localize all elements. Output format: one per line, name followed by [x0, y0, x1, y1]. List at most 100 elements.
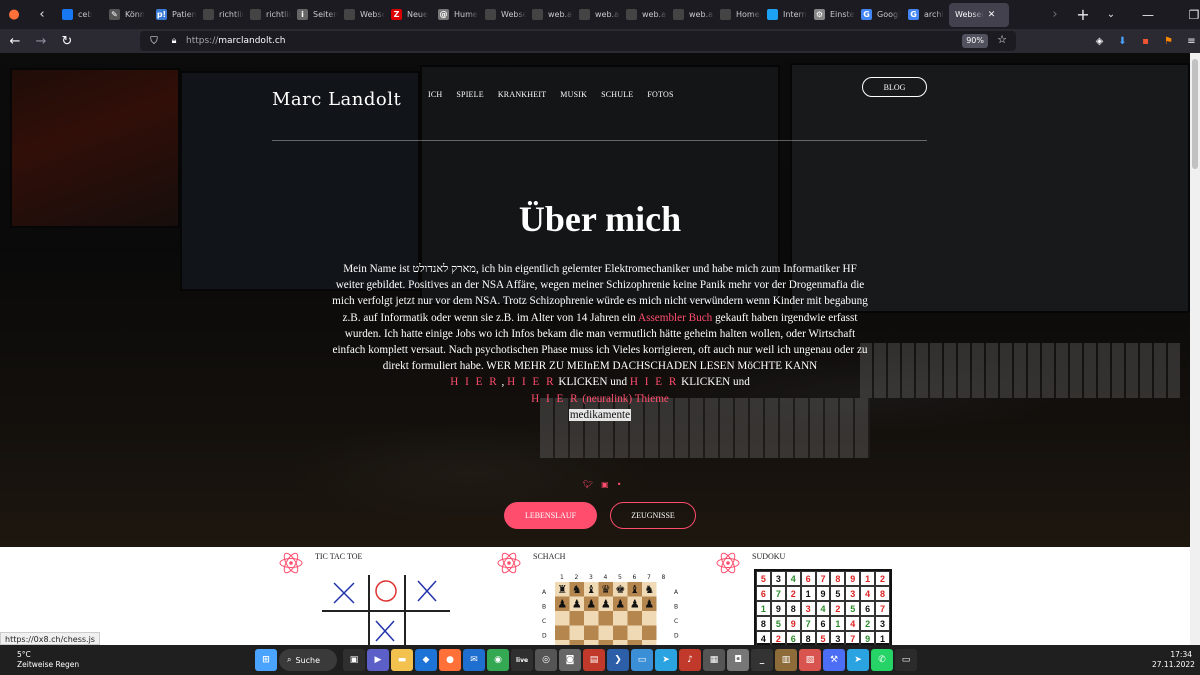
chess-piece[interactable]: ♝: [630, 583, 640, 596]
sudoku-cell[interactable]: 6: [785, 631, 801, 645]
chess-square[interactable]: [613, 611, 628, 626]
browser-tab[interactable]: richtlinien: [197, 3, 244, 27]
chess-piece[interactable]: ♟: [644, 598, 654, 611]
terminal-icon[interactable]: _: [751, 649, 773, 671]
chess-piece[interactable]: ♟: [601, 598, 611, 611]
extension2-icon[interactable]: ⚑: [1157, 36, 1180, 47]
sudoku-cell[interactable]: 8: [875, 586, 890, 601]
chess-board[interactable]: ♜ ♞ ♝ ♛ ♚ ♝ ♞♟ ♟ ♟ ♟ ♟ ♟ ♟A AB BC CD D1 2 3 4 5 6 7 8: [537, 573, 683, 645]
browser-tab-active[interactable]: Websei ✕: [949, 2, 1009, 27]
browser-tab[interactable]: richtlinien: [244, 3, 291, 27]
sudoku-cell[interactable]: 3: [770, 571, 786, 586]
chess-piece[interactable]: ♟: [630, 598, 640, 611]
sudoku-cell[interactable]: 6: [800, 571, 816, 586]
sudoku-cell[interactable]: 5: [845, 601, 861, 616]
sudoku-cell[interactable]: 7: [875, 601, 890, 616]
tictactoe-board[interactable]: [322, 573, 450, 645]
teams-icon[interactable]: ▶: [367, 649, 389, 671]
sudoku-cell[interactable]: 4: [860, 586, 876, 601]
chess-square[interactable]: [598, 611, 614, 626]
sudoku-cell[interactable]: 4: [785, 571, 801, 586]
sudoku-cell[interactable]: 1: [875, 631, 890, 645]
sudoku-cell[interactable]: 3: [875, 616, 890, 631]
downloads-icon[interactable]: ⬇: [1111, 36, 1134, 47]
menu-item-fotos[interactable]: FOTOS: [647, 90, 673, 99]
browser-tab[interactable]: G Googl: [855, 3, 902, 27]
chess-square[interactable]: [555, 625, 570, 641]
chess-piece[interactable]: ♚: [615, 583, 625, 596]
remote-desktop-icon[interactable]: ▭: [631, 649, 653, 671]
zoom-badge[interactable]: 90%: [962, 34, 988, 48]
sudoku-cell[interactable]: 9: [785, 616, 801, 631]
menu-item-schule[interactable]: SCHULE: [601, 90, 633, 99]
browser-tab[interactable]: Z Neue: [385, 3, 432, 27]
camera2-icon[interactable]: ◘: [727, 649, 749, 671]
taskbar-search[interactable]: ⌕ Suche: [279, 649, 337, 671]
chess-square[interactable]: [569, 611, 585, 626]
sudoku-grid[interactable]: 5346789126721953481983425678597614234268…: [754, 569, 892, 645]
shield-icon[interactable]: ⛉: [148, 36, 160, 47]
browser-tab[interactable]: @ Hume: [432, 3, 479, 27]
hier-link-2[interactable]: H I E R: [507, 376, 556, 388]
lebenslauf-button[interactable]: LEBENSLAUF: [504, 502, 597, 529]
browser-tab[interactable]: ⚙ Einste: [808, 3, 855, 27]
sudoku-cell[interactable]: 6: [815, 616, 831, 631]
firefox-menu-icon[interactable]: ●: [0, 0, 28, 29]
chess-square[interactable]: [584, 625, 599, 641]
chess-piece[interactable]: ♟: [572, 598, 582, 611]
sudoku-cell[interactable]: 9: [815, 586, 831, 601]
medikamente-link[interactable]: medikamente: [568, 408, 632, 421]
sudoku-cell[interactable]: 2: [830, 601, 846, 616]
assembler-book-link[interactable]: Assembler Buch: [638, 312, 712, 324]
url-text[interactable]: https://marclandolt.ch: [186, 36, 285, 46]
music-icon[interactable]: ♪: [679, 649, 701, 671]
browser-tab[interactable]: web.archi: [620, 3, 667, 27]
sudoku-cell[interactable]: 7: [845, 631, 861, 645]
weather-widget[interactable]: 5°C Zeitweise Regen: [17, 650, 79, 670]
back-icon[interactable]: ←: [2, 29, 28, 53]
chess-piece[interactable]: ♝: [586, 583, 596, 596]
browser-tab[interactable]: web.archi: [573, 3, 620, 27]
thunderbird-icon[interactable]: ✉: [463, 649, 485, 671]
sudoku-cell[interactable]: 7: [800, 616, 816, 631]
browser-tab[interactable]: Garchi: [902, 3, 949, 27]
url-bar[interactable]: ⛉ 🔒︎ https://marclandolt.ch 90% ☆: [140, 31, 1016, 51]
pdf-icon[interactable]: ▧: [799, 649, 821, 671]
sudoku-cell[interactable]: 4: [845, 616, 861, 631]
sudoku-cell[interactable]: 8: [785, 601, 801, 616]
sudoku-cell[interactable]: 3: [830, 631, 846, 645]
whatsapp-icon[interactable]: ✆: [871, 649, 893, 671]
telegram-icon[interactable]: ➤: [655, 649, 677, 671]
hier-link-3[interactable]: H I E R: [630, 376, 679, 388]
zeugnisse-button[interactable]: ZEUGNISSE: [610, 502, 696, 529]
page-scrollbar[interactable]: [1190, 53, 1200, 645]
sudoku-cell[interactable]: 5: [756, 571, 771, 586]
chess-square[interactable]: [569, 625, 585, 641]
hier-link-1[interactable]: H I E R: [450, 376, 499, 388]
sudoku-cell[interactable]: 9: [770, 601, 786, 616]
sudoku-cell[interactable]: 9: [860, 631, 876, 645]
defender-icon[interactable]: ◆: [415, 649, 437, 671]
chess-piece[interactable]: ♟: [586, 598, 596, 611]
chess-piece[interactable]: ♟: [557, 598, 567, 611]
sudoku-cell[interactable]: 4: [756, 631, 771, 645]
app-menu-icon[interactable]: ≡: [1180, 36, 1200, 47]
app-red-icon[interactable]: ▤: [583, 649, 605, 671]
sudoku-cell[interactable]: 2: [875, 571, 890, 586]
menu-item-ich[interactable]: ICH: [428, 90, 442, 99]
browser-tab[interactable]: web.archi: [667, 3, 714, 27]
tabs-scroll-left-icon[interactable]: ‹: [28, 0, 56, 29]
tabs-scroll-right-icon[interactable]: ›: [1041, 0, 1069, 29]
sudoku-cell[interactable]: 3: [845, 586, 861, 601]
browser-tab[interactable]: Homepage: [714, 3, 761, 27]
menu-item-krankheit[interactable]: KRANKHEIT: [498, 90, 546, 99]
browser-tab[interactable]: i Seiten: [291, 3, 338, 27]
chrome-icon[interactable]: ◉: [487, 649, 509, 671]
windows-start-icon[interactable]: ⊞: [255, 649, 277, 671]
camera-icon[interactable]: ◙: [559, 649, 581, 671]
sudoku-cell[interactable]: 1: [830, 616, 846, 631]
sudoku-cell[interactable]: 2: [770, 631, 786, 645]
bookmark-star-icon[interactable]: ☆: [997, 33, 1007, 46]
forward-icon[interactable]: →: [28, 29, 54, 53]
sudoku-cell[interactable]: 2: [785, 586, 801, 601]
